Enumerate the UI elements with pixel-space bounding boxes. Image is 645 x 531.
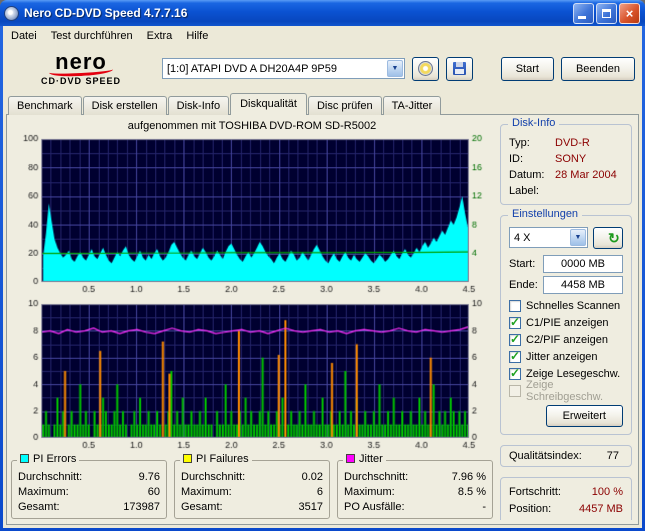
nero-product-text: CD·DVD SPEED [40,76,121,86]
tab-benchmark[interactable]: Benchmark [8,96,82,115]
stat-row: PO Ausfälle: - [344,500,486,513]
tab-disc-pruefen[interactable]: Disc prüfen [307,96,382,115]
end-position-row: Ende: 4458 MB [509,276,623,294]
menu-datei[interactable]: Datei [4,28,44,44]
checkbox-box [509,349,521,363]
checkbox-box [509,299,521,312]
checkbox-c2-pif-anzeigen[interactable]: C2/PIF anzeigen [509,331,623,348]
checkbox-schnelles-scannen[interactable]: Schnelles Scannen [509,297,623,314]
stat-row: Gesamt: 3517 [181,500,323,513]
pi-errors-title: PI Errors [33,452,77,465]
speed-selector-value: 4 X [514,231,531,244]
start-position-row: Start: 0000 MB [509,255,623,273]
pi-failures-title: PI Failures [196,452,249,465]
checkbox-jitter-anzeigen[interactable]: Jitter anzeigen [509,348,623,365]
disk-info-group: Disk-Info Typ: DVD-R ID: SONY Datum: 28 Mar… [500,118,632,205]
settings-group-title: Einstellungen [508,208,583,220]
stat-row: Maximum: 8.5 % [344,485,486,498]
eject-disc-button[interactable] [412,56,439,81]
checkbox-c1-pie-anzeigen[interactable]: C1/PIE anzeigen [509,314,623,331]
advanced-button[interactable]: Erweitert [545,405,623,427]
menu-bar: Datei Test durchführen Extra Hilfe [3,26,642,45]
disk-id-row: ID: SONY [509,153,587,165]
speed-selector[interactable]: 4 X ▼ [509,227,588,248]
pi-failures-stats: PI Failures Durchschnitt: 0.02 Maximum: 6 … [174,452,330,519]
stat-row: Maximum: 60 [18,485,160,498]
save-icon [453,62,466,75]
disk-label-row: Label: [509,185,539,197]
stat-row: Durchschnitt: 0.02 [181,470,323,483]
position-row: Position: 4457 MB [509,503,623,515]
stat-row: Gesamt: 173987 [18,500,160,513]
minimize-button[interactable] [573,2,594,24]
app-window: Nero CD-DVD Speed 4.7.7.16 × Datei Test … [0,0,645,531]
stat-row: Maximum: 6 [181,485,323,498]
disk-date-row: Datum: 28 Mar 2004 [509,169,617,181]
title-bar[interactable]: Nero CD-DVD Speed 4.7.7.16 × [0,0,645,26]
stat-row: Durchschnitt: 9.76 [18,470,160,483]
toolbar: nero CD·DVD SPEED [1:0] ATAPI DVD A DH20… [3,45,642,92]
checkbox-box [509,332,521,346]
pi-errors-legend-icon [20,454,29,464]
drive-selector-value: [1:0] ATAPI DVD A DH20A4P 9P59 [167,62,337,75]
checkbox-box [509,384,521,397]
chart-caption: aufgenommen mit TOSHIBA DVD-ROM SD-R5002 [127,120,377,132]
disk-info-group-title: Disk-Info [508,118,560,129]
app-icon [4,5,19,21]
start-button[interactable]: Start [500,56,554,81]
tab-disk-erstellen[interactable]: Disk erstellen [82,96,167,115]
disc-quality-page: aufgenommen mit TOSHIBA DVD-ROM SD-R5002… [6,114,639,525]
menu-extra[interactable]: Extra [140,28,180,44]
quality-index-label: Qualitätsindex: [509,450,582,462]
nero-logo: nero CD·DVD SPEED [7,51,155,86]
minimize-icon [578,15,586,19]
disk-type-row: Typ: DVD-R [509,137,590,149]
tab-strip: Benchmark Disk erstellen Disk-Info Diskq… [3,92,642,115]
pi-failures-legend-icon [183,454,192,464]
checkbox-zeige-schreibgeschw[interactable]: Zeige Schreibgeschw. [509,379,623,403]
pi-errors-stats: PI Errors Durchschnitt: 9.76 Maximum: 60 G… [11,452,167,519]
menu-hilfe[interactable]: Hilfe [179,28,215,44]
checkbox-box [509,366,521,380]
statistics-row: PI Errors Durchschnitt: 9.76 Maximum: 60 G… [11,452,493,519]
tab-diskqualitaet[interactable]: Diskqualität [230,93,307,115]
tab-disk-info[interactable]: Disk-Info [167,96,230,115]
maximize-button[interactable] [596,2,617,24]
disc-icon [418,61,433,76]
pi-errors-chart [11,133,493,299]
maximize-icon [602,8,611,18]
refresh-icon: ↻ [608,229,620,246]
window-title: Nero CD-DVD Speed 4.7.7.16 [24,6,188,20]
chevron-down-icon[interactable]: ▼ [570,229,586,246]
pi-failures-jitter-chart [11,298,493,454]
settings-group: Einstellungen 4 X ▼ ↻ Start: 0000 MB End… [500,208,632,435]
tab-ta-jitter[interactable]: TA-Jitter [382,96,442,115]
jitter-legend-icon [346,454,355,464]
stat-row: Durchschnitt: 7.96 % [344,470,486,483]
jitter-title: Jitter [359,452,383,465]
chevron-down-icon[interactable]: ▼ [387,60,403,77]
end-position-field[interactable]: 4458 MB [543,276,623,294]
drive-selector[interactable]: [1:0] ATAPI DVD A DH20A4P 9P59 ▼ [162,58,405,79]
quality-index-value: 77 [606,450,619,462]
speed-row: Geschwindigkeit:3.97 X [509,518,623,520]
client-area: Datei Test durchführen Extra Hilfe nero … [3,26,642,528]
menu-test-durchfuehren[interactable]: Test durchführen [44,28,140,44]
checkbox-box [509,315,521,329]
chart-column: aufgenommen mit TOSHIBA DVD-ROM SD-R5002… [11,118,493,520]
jitter-stats: Jitter Durchschnitt: 7.96 % Maximum: 8.5 %… [337,452,493,519]
start-position-field[interactable]: 0000 MB [543,255,623,273]
save-button[interactable] [446,56,473,81]
quality-index-box: Qualitätsindex: 77 [500,445,632,467]
progress-box: Fortschritt:100 % Position:4457 MB Gesch… [500,477,632,520]
quit-button[interactable]: Beenden [560,56,635,81]
close-button[interactable]: × [619,2,640,24]
refresh-button[interactable]: ↻ [593,227,623,249]
side-panel: Disk-Info Typ: DVD-R ID: SONY Datum: 28 Mar… [498,118,634,520]
progress-row: Fortschritt: 100 % [509,486,623,498]
